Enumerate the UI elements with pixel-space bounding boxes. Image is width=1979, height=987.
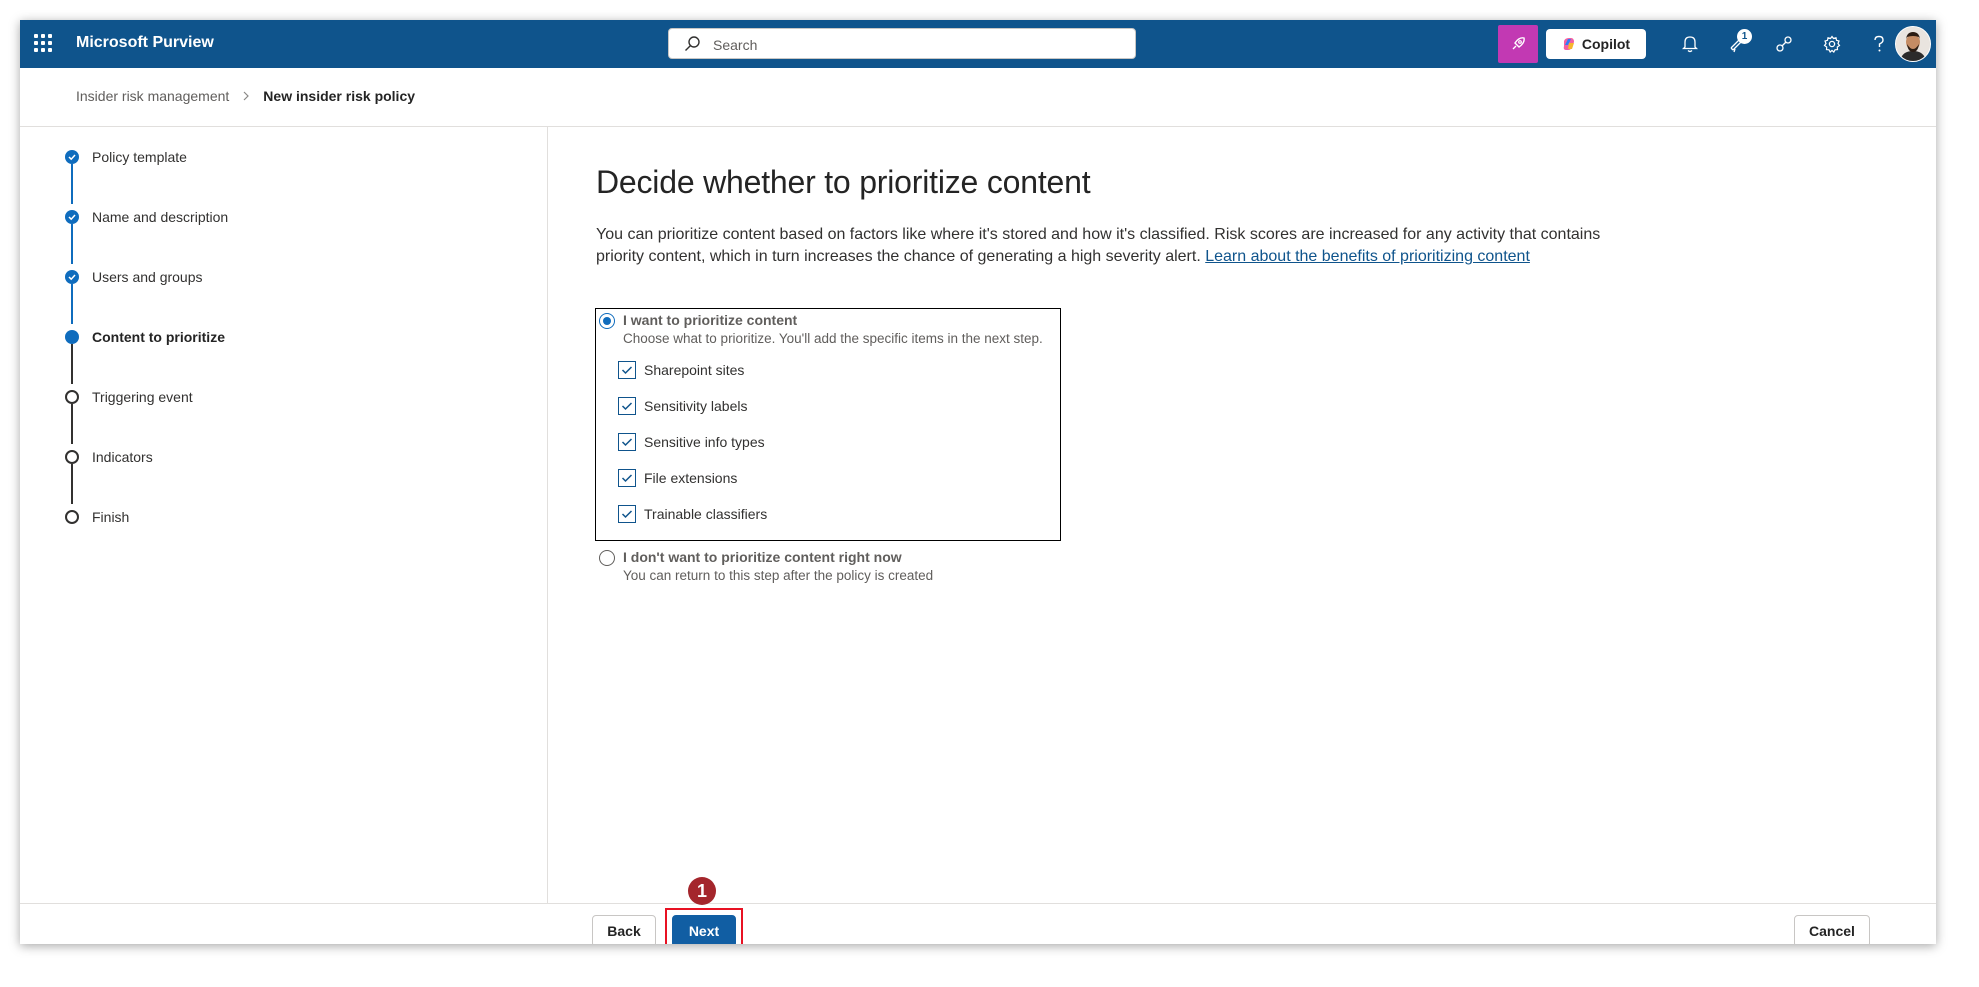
chevron-right-icon bbox=[243, 91, 250, 101]
search-box[interactable] bbox=[668, 28, 1136, 59]
step-indicators[interactable]: Indicators bbox=[65, 446, 153, 468]
step-label: Name and description bbox=[92, 209, 229, 225]
empty-circle-icon bbox=[65, 510, 79, 524]
user-avatar[interactable] bbox=[1895, 26, 1931, 62]
settings-button[interactable] bbox=[1814, 28, 1850, 60]
wizard-stepper: Policy template Name and description Use… bbox=[20, 127, 547, 627]
app-name[interactable]: Microsoft Purview bbox=[76, 34, 214, 52]
breadcrumb-current: New insider risk policy bbox=[263, 88, 416, 104]
prioritize-no-description: You can return to this step after the po… bbox=[623, 568, 934, 583]
page-description: You can prioritize content based on fact… bbox=[596, 224, 1606, 268]
app-window: Microsoft Purview Copilot bbox=[20, 20, 1936, 944]
prioritize-yes-radio[interactable] bbox=[599, 313, 615, 329]
checkbox-icon[interactable] bbox=[618, 397, 636, 415]
checkbox-icon[interactable] bbox=[618, 469, 636, 487]
step-label: Finish bbox=[92, 509, 130, 525]
learn-more-link[interactable]: Learn about the benefits of prioritizing… bbox=[1205, 248, 1530, 265]
next-button[interactable]: Next bbox=[672, 915, 736, 944]
step-connector bbox=[71, 404, 73, 444]
checkbox-trainable-classifiers[interactable]: Trainable classifiers bbox=[618, 503, 767, 525]
checkmark-icon bbox=[65, 270, 79, 284]
sparkle-rocket-icon bbox=[1512, 37, 1525, 50]
step-connector bbox=[71, 164, 73, 204]
empty-circle-icon bbox=[65, 390, 79, 404]
step-users-and-groups[interactable]: Users and groups bbox=[65, 266, 203, 288]
checkbox-label: Sharepoint sites bbox=[644, 362, 745, 378]
step-connector bbox=[71, 464, 73, 504]
search-icon bbox=[685, 36, 700, 51]
footer-divider bbox=[20, 903, 1936, 904]
search-input[interactable] bbox=[711, 34, 1115, 56]
step-label: Users and groups bbox=[92, 269, 203, 285]
whats-new-button[interactable]: 1 bbox=[1719, 28, 1755, 60]
cancel-button[interactable]: Cancel bbox=[1794, 915, 1870, 944]
checkbox-sharepoint-sites[interactable]: Sharepoint sites bbox=[618, 359, 744, 381]
help-button[interactable] bbox=[1861, 28, 1897, 60]
empty-circle-icon bbox=[65, 450, 79, 464]
gear-icon bbox=[1823, 35, 1841, 53]
checkmark-icon bbox=[65, 210, 79, 224]
profile-photo-icon bbox=[1896, 27, 1930, 61]
current-step-icon bbox=[65, 330, 79, 344]
checkbox-label: File extensions bbox=[644, 470, 738, 486]
prioritize-no-label[interactable]: I don't want to prioritize content right… bbox=[623, 549, 902, 565]
step-label: Policy template bbox=[92, 149, 187, 165]
step-finish[interactable]: Finish bbox=[65, 506, 129, 528]
breadcrumb: Insider risk management New insider risk… bbox=[76, 88, 415, 104]
checkbox-label: Sensitivity labels bbox=[644, 398, 748, 414]
purview-feature-button[interactable] bbox=[1498, 25, 1538, 63]
checkbox-icon[interactable] bbox=[618, 433, 636, 451]
app-launcher-icon[interactable] bbox=[34, 34, 52, 52]
step-connector bbox=[71, 224, 73, 264]
step-label: Indicators bbox=[92, 449, 153, 465]
panel-divider bbox=[547, 127, 548, 903]
bell-icon bbox=[1682, 36, 1698, 53]
step-policy-template[interactable]: Policy template bbox=[65, 146, 187, 168]
copilot-label: Copilot bbox=[1581, 36, 1631, 52]
checkbox-icon[interactable] bbox=[618, 361, 636, 379]
checkmark-icon bbox=[65, 150, 79, 164]
checkbox-sensitive-info-types[interactable]: Sensitive info types bbox=[618, 431, 765, 453]
prioritize-yes-description: Choose what to prioritize. You'll add th… bbox=[623, 331, 1043, 346]
copilot-button[interactable]: Copilot bbox=[1546, 29, 1646, 59]
checkbox-label: Sensitive info types bbox=[644, 434, 765, 450]
notification-badge: 1 bbox=[1737, 29, 1752, 44]
connections-button[interactable] bbox=[1766, 28, 1802, 60]
copilot-icon bbox=[1563, 38, 1574, 50]
checkbox-sensitivity-labels[interactable]: Sensitivity labels bbox=[618, 395, 748, 417]
prioritize-yes-label[interactable]: I want to prioritize content bbox=[623, 312, 797, 328]
checkbox-file-extensions[interactable]: File extensions bbox=[618, 467, 737, 489]
step-triggering-event[interactable]: Triggering event bbox=[65, 386, 193, 408]
step-label: Triggering event bbox=[92, 389, 193, 405]
checkbox-label: Trainable classifiers bbox=[644, 506, 768, 522]
prioritize-option-group: I want to prioritize content Choose what… bbox=[595, 308, 1061, 541]
top-header: Microsoft Purview Copilot bbox=[20, 20, 1936, 68]
link-icon bbox=[1776, 36, 1792, 52]
breadcrumb-parent[interactable]: Insider risk management bbox=[76, 88, 229, 104]
step-callout-badge: 1 bbox=[688, 877, 716, 905]
page-title: Decide whether to prioritize content bbox=[596, 164, 1091, 200]
step-content-to-prioritize[interactable]: Content to prioritize bbox=[65, 326, 225, 348]
prioritize-no-radio[interactable] bbox=[599, 550, 615, 566]
notifications-button[interactable] bbox=[1672, 28, 1708, 60]
checkbox-icon[interactable] bbox=[618, 505, 636, 523]
step-label: Content to prioritize bbox=[92, 329, 225, 345]
step-name-and-description[interactable]: Name and description bbox=[65, 206, 228, 228]
step-connector bbox=[71, 284, 73, 324]
step-connector bbox=[71, 344, 73, 384]
back-button[interactable]: Back bbox=[592, 915, 656, 944]
question-icon bbox=[1874, 35, 1884, 52]
